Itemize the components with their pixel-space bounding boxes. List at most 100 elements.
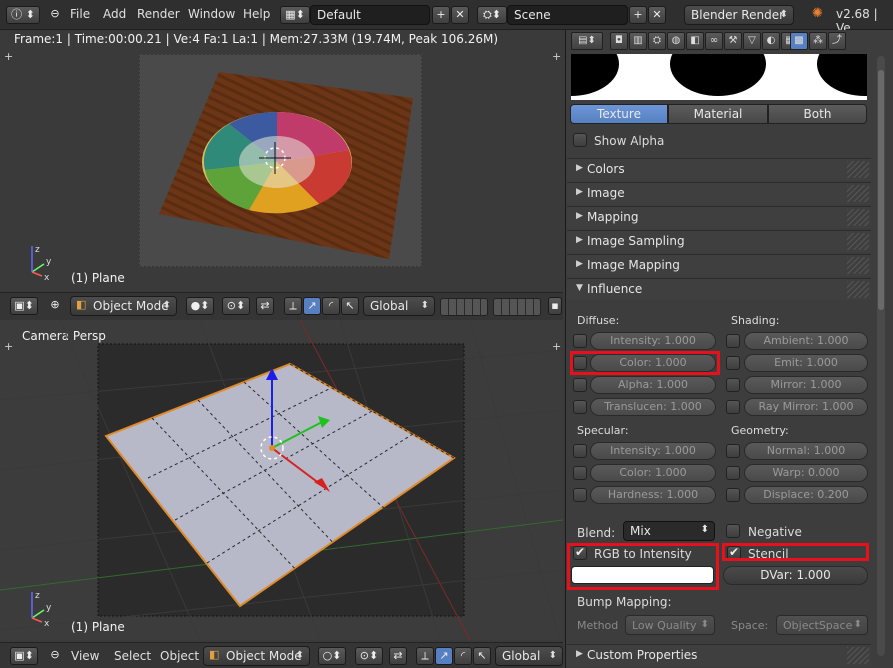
menu-view[interactable]: View <box>71 649 99 663</box>
specular-color-checkbox[interactable] <box>573 466 587 480</box>
translate-button[interactable]: ↗ <box>303 297 321 315</box>
panel-image-mapping[interactable]: ▶ Image Mapping <box>567 254 871 276</box>
texture-context-active[interactable]: ▩ <box>790 32 808 50</box>
shading-ambient-checkbox[interactable] <box>726 334 740 348</box>
blend-dropdown[interactable]: Mix ⬍ <box>623 521 715 541</box>
panel-image-sampling[interactable]: ▶ Image Sampling <box>567 230 871 252</box>
drag-grip-icon[interactable] <box>847 185 869 202</box>
transform-orientation-dropdown[interactable]: Global <box>495 646 563 666</box>
shading-mirror-slider[interactable]: Mirror: 1.000 <box>744 376 868 394</box>
diffuse-alpha-slider[interactable]: Alpha: 1.000 <box>590 376 716 394</box>
menu-file[interactable]: File <box>70 7 90 21</box>
menu-select[interactable]: Select <box>114 649 151 663</box>
layer-buttons[interactable] <box>493 298 541 316</box>
viewport-corner-plus-icon[interactable]: + <box>552 50 561 63</box>
show-alpha-checkbox[interactable] <box>573 133 587 147</box>
negative-checkbox[interactable] <box>726 524 740 538</box>
render-tab[interactable]: ◘ <box>610 32 628 50</box>
top-3d-viewport[interactable]: Frame:1 | Time:00:00.21 | Ve:4 Fa:1 La:1… <box>0 30 563 292</box>
menu-add[interactable]: Add <box>103 7 126 21</box>
render-layers-tab[interactable]: ▥ <box>629 32 647 50</box>
layer-buttons[interactable] <box>440 298 488 316</box>
panel-image[interactable]: ▶ Image <box>567 182 871 204</box>
add-screen-button[interactable]: + <box>432 6 450 24</box>
remove-scene-button[interactable]: ✕ <box>648 6 666 24</box>
shading-mirror-checkbox[interactable] <box>726 378 740 392</box>
rotate-button[interactable]: ◜ <box>322 297 340 315</box>
modifiers-tab[interactable]: ⚒ <box>724 32 742 50</box>
drag-grip-icon[interactable] <box>847 209 869 226</box>
diffuse-intensity-slider[interactable]: Intensity: 1.000 <box>590 332 716 350</box>
dvar-slider[interactable]: DVar: 1.000 <box>723 566 868 585</box>
scale-button[interactable]: ↖ <box>341 297 359 315</box>
shading-emit-checkbox[interactable] <box>726 356 740 370</box>
panel-mapping[interactable]: ▶ Mapping <box>567 206 871 228</box>
geometry-normal-slider[interactable]: Normal: 1.000 <box>744 442 868 460</box>
viewport-corner-plus-icon[interactable]: + <box>4 50 13 63</box>
bump-method-dropdown[interactable]: Low Quality ⬍ <box>625 615 715 635</box>
specular-intensity-checkbox[interactable] <box>573 444 587 458</box>
panel-influence[interactable]: ▼ Influence <box>567 278 871 300</box>
particles-tab[interactable]: ⁂ <box>809 32 827 50</box>
physics-tab[interactable]: ⤴ <box>828 32 846 50</box>
shading-emit-slider[interactable]: Emit: 1.000 <box>744 354 868 372</box>
bump-space-dropdown[interactable]: ObjectSpace ⬍ <box>776 615 868 635</box>
screen-layout-selector[interactable]: ▦⬍ <box>280 6 310 24</box>
preview-tab-material[interactable]: Material <box>668 104 768 124</box>
scale-button[interactable]: ↖ <box>473 647 491 665</box>
shading-ray-mirror-checkbox[interactable] <box>726 400 740 414</box>
pivot-point-button[interactable]: ⊙⬍ <box>222 297 250 315</box>
panel-colors[interactable]: ▶ Colors <box>567 158 871 180</box>
world-tab[interactable]: ◍ <box>667 32 685 50</box>
object-tab[interactable]: ◧ <box>686 32 704 50</box>
menu-object[interactable]: Object <box>160 649 199 663</box>
diffuse-translucency-checkbox[interactable] <box>573 400 587 414</box>
geometry-normal-checkbox[interactable] <box>726 444 740 458</box>
manipulator-toggle-button[interactable]: ⇄ <box>256 297 274 315</box>
panel-custom-properties[interactable]: ▶ Custom Properties <box>567 644 871 666</box>
drag-grip-icon[interactable] <box>847 281 869 298</box>
preview-tab-both[interactable]: Both <box>768 104 867 124</box>
collapse-menus-button[interactable]: ⊖ <box>46 6 64 24</box>
diffuse-alpha-checkbox[interactable] <box>573 378 587 392</box>
collapse-menus-button[interactable]: ⊖ <box>46 647 64 665</box>
lock-layers-button[interactable]: ▪ <box>548 297 562 315</box>
manipulator-button[interactable]: ⟂ <box>416 647 434 665</box>
editor-type-info-button[interactable]: ⓘ ⬍ <box>6 6 40 24</box>
rotate-button[interactable]: ◜ <box>454 647 472 665</box>
editor-type-3dview-button[interactable]: ▣⬍ <box>10 297 38 315</box>
pivot-point-button[interactable]: ⊙⬍ <box>355 647 383 665</box>
geometry-warp-checkbox[interactable] <box>726 466 740 480</box>
shading-ambient-slider[interactable]: Ambient: 1.000 <box>744 332 868 350</box>
add-scene-button[interactable]: + <box>629 6 647 24</box>
preview-tab-texture[interactable]: Texture <box>570 104 668 124</box>
menu-help[interactable]: Help <box>243 7 270 21</box>
editor-type-3dview-button[interactable]: ▣⬍ <box>10 647 38 665</box>
drag-grip-icon[interactable] <box>847 161 869 178</box>
geometry-displace-slider[interactable]: Displace: 0.200 <box>744 486 868 504</box>
viewport-shading-button[interactable]: ●⬍ <box>186 297 214 315</box>
scene-field[interactable]: Scene <box>507 5 628 25</box>
remove-screen-button[interactable]: ✕ <box>451 6 469 24</box>
shading-ray-mirror-slider[interactable]: Ray Mirror: 1.000 <box>744 398 868 416</box>
transform-orientation-dropdown[interactable]: Global <box>363 296 435 316</box>
specular-intensity-slider[interactable]: Intensity: 1.000 <box>590 442 716 460</box>
menu-render[interactable]: Render <box>137 7 180 21</box>
viewport-shading-button[interactable]: ○⬍ <box>318 647 346 665</box>
diffuse-intensity-checkbox[interactable] <box>573 334 587 348</box>
collapse-menus-button[interactable]: ⊕ <box>46 297 64 315</box>
properties-scrollbar-thumb[interactable] <box>878 70 884 310</box>
manipulator-toggle-button[interactable]: ⇄ <box>389 647 407 665</box>
specular-hardness-checkbox[interactable] <box>573 488 587 502</box>
editor-type-properties-button[interactable]: ▤⬍ <box>571 32 603 50</box>
drag-grip-icon[interactable] <box>847 647 869 664</box>
scene-tab[interactable]: ⛭ <box>648 32 666 50</box>
data-tab[interactable]: ▽ <box>743 32 761 50</box>
material-tab[interactable]: ◐ <box>762 32 780 50</box>
scene-selector[interactable]: ⛭⬍ <box>477 6 507 24</box>
menu-window[interactable]: Window <box>188 7 235 21</box>
render-engine-dropdown[interactable]: Blender Render <box>684 5 794 25</box>
geometry-displace-checkbox[interactable] <box>726 488 740 502</box>
translate-button[interactable]: ↗ <box>435 647 453 665</box>
screen-layout-field[interactable]: Default <box>310 5 430 25</box>
